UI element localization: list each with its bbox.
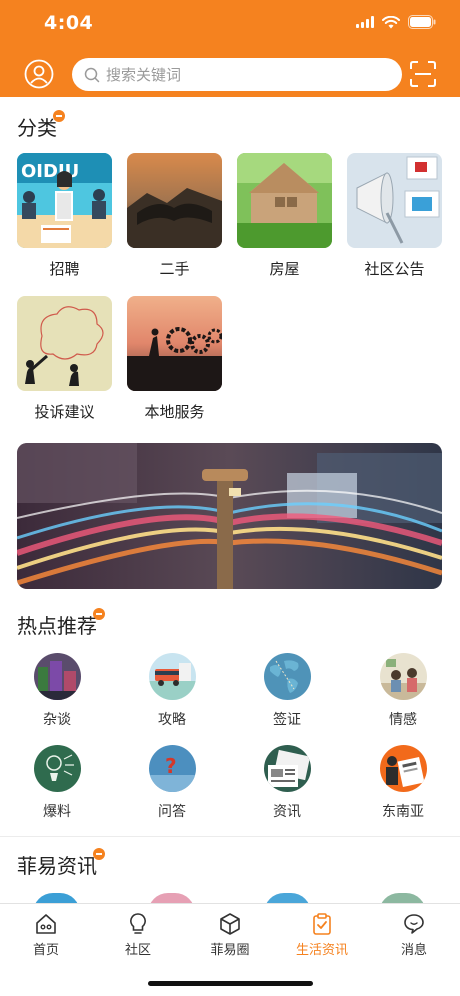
hot-item-chat[interactable]: 杂谈	[22, 653, 92, 729]
lightbulb-icon	[130, 913, 146, 934]
hot-item-qa[interactable]: ? 问答	[137, 745, 207, 821]
visa-topic-image	[263, 653, 311, 700]
hot-title-text: 热点推荐	[17, 614, 97, 638]
tab-label: 首页	[32, 943, 59, 958]
scan-icon[interactable]	[408, 59, 438, 89]
news-topic-image	[263, 745, 311, 792]
tab-label: 社区	[124, 943, 151, 958]
hot-item-label: 杂谈	[43, 712, 71, 728]
category-label: 投诉建议	[34, 403, 95, 421]
status-time: 4:04	[44, 12, 94, 34]
section-divider	[0, 836, 460, 837]
news-title-text: 菲易资讯	[17, 854, 97, 878]
southeast-asia-topic-image	[379, 745, 427, 792]
search-placeholder: 搜索关键词	[106, 66, 182, 84]
status-icons	[356, 15, 436, 29]
hot-item-label: 问答	[158, 804, 186, 820]
hot-item-guide[interactable]: 攻略	[137, 653, 207, 729]
hot-item-label: 资讯	[273, 804, 301, 820]
housing-image	[237, 153, 332, 248]
category-recruitment[interactable]: OIDIU 招聘	[17, 153, 112, 279]
badge-dot	[53, 110, 65, 122]
tab-community[interactable]: 社区	[98, 912, 178, 958]
chat-topic-image	[33, 653, 81, 700]
hot-item-label: 爆料	[43, 804, 71, 820]
category-label: 二手	[159, 260, 190, 278]
qa-topic-image: ?	[148, 745, 196, 792]
search-icon	[84, 67, 100, 82]
hot-item-news[interactable]: 资讯	[252, 745, 322, 821]
hot-item-label: 东南亚	[382, 804, 424, 820]
categories-title-text: 分类	[17, 116, 57, 140]
user-avatar-icon[interactable]	[24, 59, 54, 89]
hot-item-label: 签证	[273, 712, 301, 728]
wifi-icon	[382, 15, 400, 28]
home-indicator	[148, 981, 313, 986]
categories-title: 分类	[17, 110, 65, 141]
app-header: 4:04 搜索关键词	[0, 0, 460, 97]
battery-icon	[408, 15, 436, 29]
tipoff-topic-image	[33, 745, 81, 792]
hot-item-label: 攻略	[158, 712, 186, 728]
category-community-notice[interactable]: 社区公告	[347, 153, 442, 279]
local-services-image	[127, 296, 222, 391]
category-label: 招聘	[49, 260, 80, 278]
tab-label: 生活资讯	[295, 943, 348, 958]
hot-item-emotion[interactable]: 情感	[368, 653, 438, 729]
hot-item-tipoff[interactable]: 爆料	[22, 745, 92, 821]
emotion-topic-image	[379, 653, 427, 700]
tab-label: 消息	[400, 943, 427, 958]
hot-item-label: 情感	[389, 712, 417, 728]
category-label: 房屋	[269, 260, 300, 278]
svg-text:?: ?	[165, 754, 177, 778]
hot-item-southeast-asia[interactable]: 东南亚	[368, 745, 438, 821]
tab-label: 菲易圈	[210, 943, 250, 958]
guide-topic-image	[148, 653, 196, 700]
clipboard-check-icon	[313, 913, 331, 935]
badge-dot	[93, 608, 105, 620]
category-local-services[interactable]: 本地服务	[127, 296, 222, 422]
hot-item-visa[interactable]: 签证	[252, 653, 322, 729]
status-bar: 4:04	[0, 0, 460, 48]
community-notice-image	[347, 153, 442, 248]
tab-home[interactable]: 首页	[6, 912, 86, 958]
news-title: 菲易资讯	[17, 848, 105, 879]
tab-life-news[interactable]: 生活资讯	[282, 912, 362, 958]
secondhand-image	[127, 153, 222, 248]
recruitment-image: OIDIU	[17, 153, 112, 248]
category-label: 社区公告	[364, 260, 425, 278]
tab-feiyi-circle[interactable]: 菲易圈	[190, 912, 270, 958]
category-housing[interactable]: 房屋	[237, 153, 332, 279]
home-icon	[36, 914, 56, 934]
hot-title: 热点推荐	[17, 608, 105, 639]
signal-icon	[356, 16, 374, 28]
category-label: 本地服务	[144, 403, 205, 421]
cube-icon	[220, 913, 240, 935]
message-bubble-icon	[404, 914, 424, 934]
category-complaints[interactable]: 投诉建议	[17, 296, 112, 422]
top-toolbar: 搜索关键词	[0, 52, 460, 96]
promo-banner[interactable]	[17, 443, 442, 589]
badge-dot	[93, 848, 105, 860]
category-secondhand[interactable]: 二手	[127, 153, 222, 279]
complaints-image	[17, 296, 112, 391]
search-input[interactable]: 搜索关键词	[72, 58, 402, 91]
tab-messages[interactable]: 消息	[374, 912, 454, 958]
